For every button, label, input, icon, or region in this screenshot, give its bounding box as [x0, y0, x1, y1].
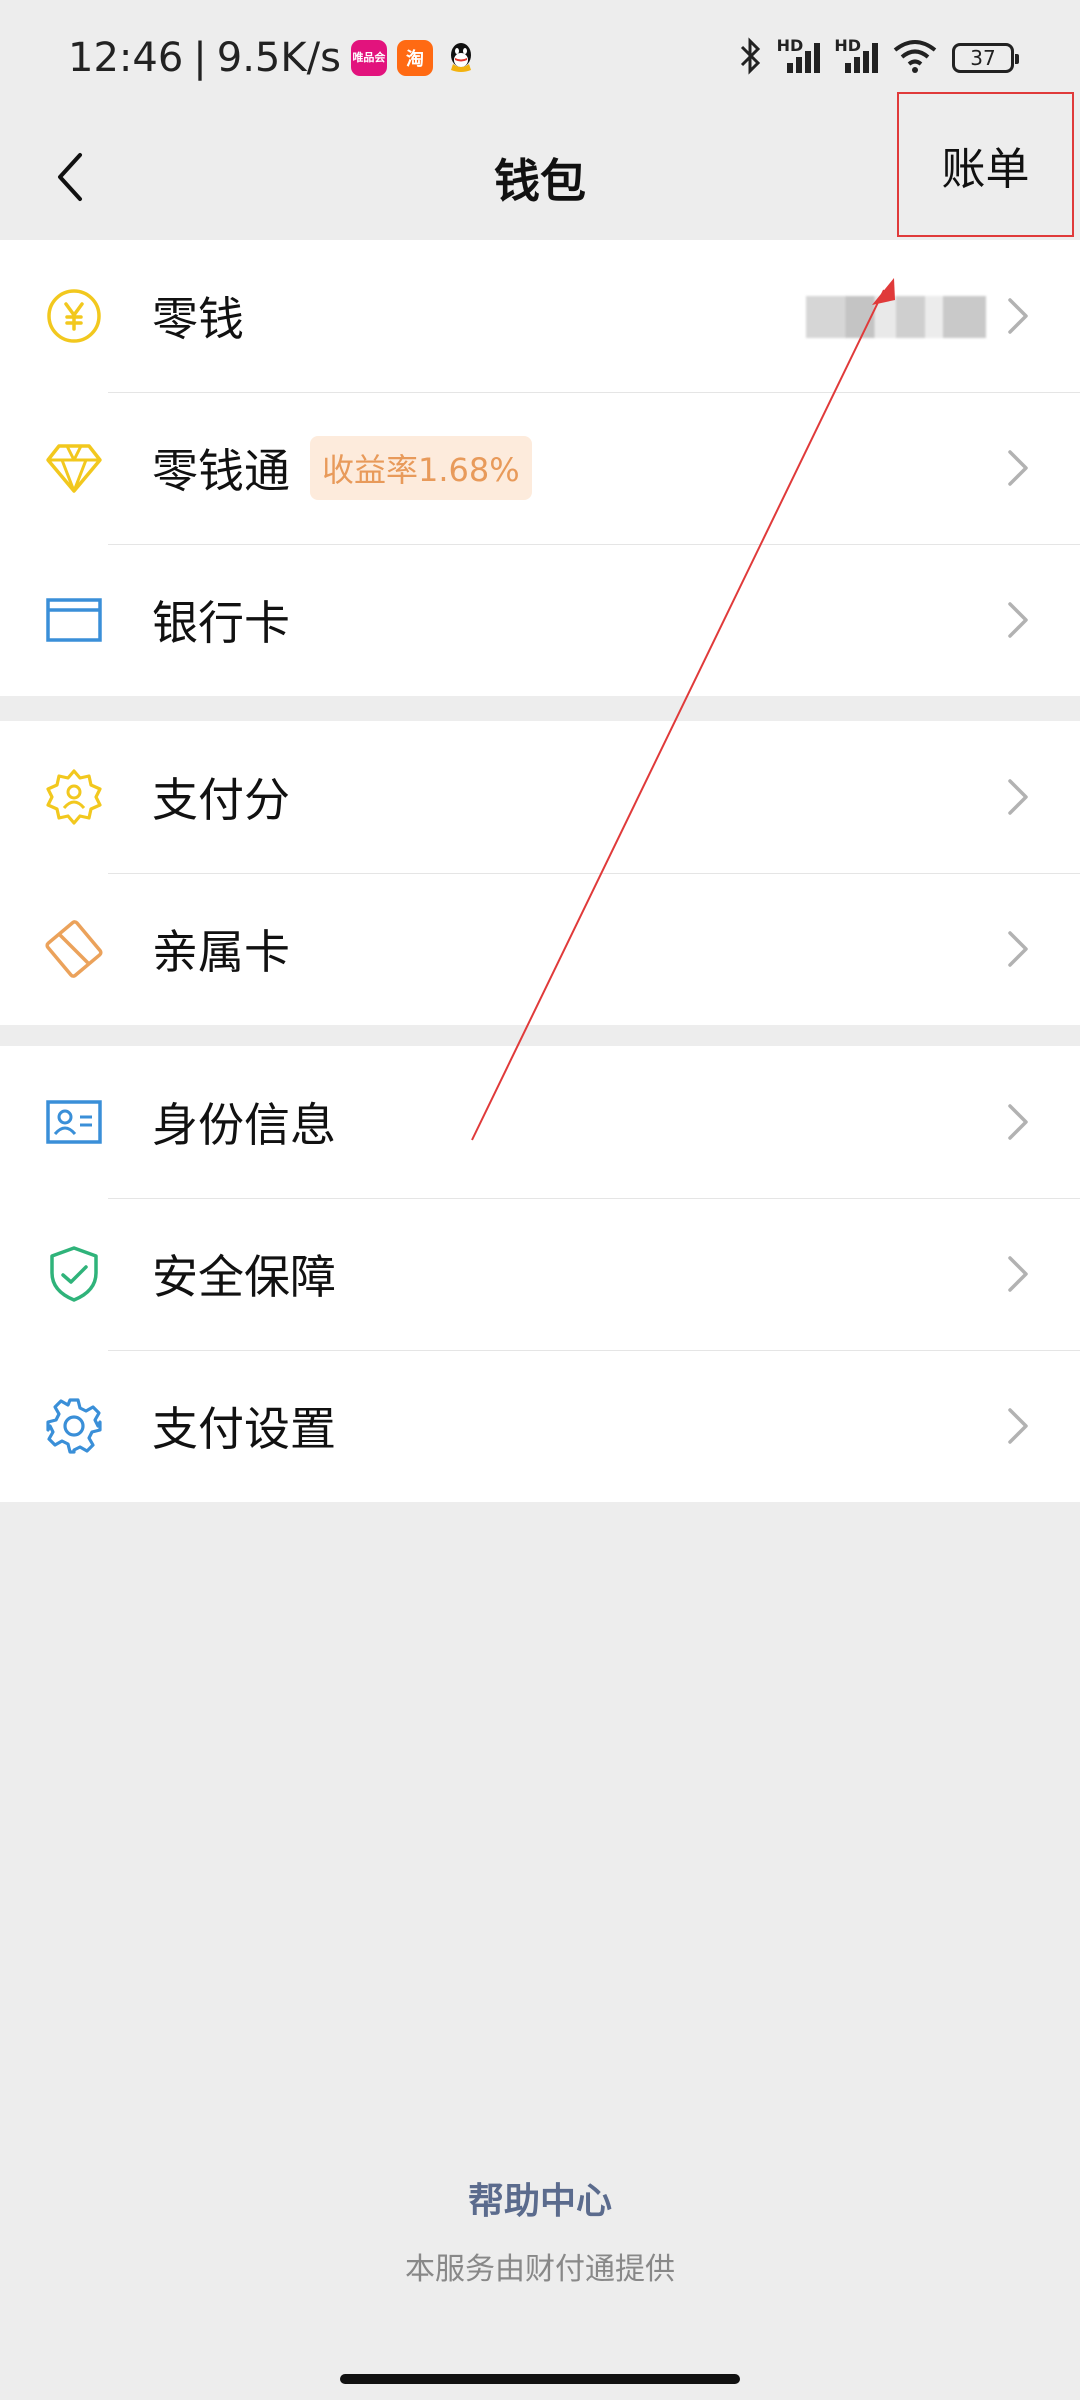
chevron-right-icon — [998, 777, 1038, 817]
row-pay-score[interactable]: 支付分 — [0, 721, 1080, 873]
row-label-pay-score: 支付分 — [152, 773, 290, 827]
row-label-change: 零钱 — [152, 292, 244, 346]
wallet-group-credit: 支付分 亲属卡 — [0, 721, 1080, 1025]
chevron-right-icon — [998, 600, 1038, 640]
status-separator: | — [193, 34, 207, 81]
gear-icon — [44, 1396, 104, 1456]
shield-check-icon — [44, 1244, 104, 1304]
chevron-right-icon — [998, 1102, 1038, 1142]
row-identity[interactable]: 身份信息 — [0, 1046, 1080, 1198]
yield-badge: 收益率1.68% — [310, 436, 532, 500]
row-lqt[interactable]: 零钱通 收益率1.68% — [0, 392, 1080, 544]
row-label-bank-card: 银行卡 — [152, 596, 290, 650]
home-indicator[interactable] — [340, 2374, 740, 2384]
qq-app-icon — [443, 40, 479, 76]
chevron-right-icon — [998, 1406, 1038, 1446]
row-label-identity: 身份信息 — [152, 1098, 336, 1152]
help-center-link[interactable]: 帮助中心 — [0, 2172, 1080, 2224]
yuan-coin-icon — [44, 286, 104, 346]
row-label-family-card: 亲属卡 — [152, 925, 290, 979]
diamond-icon — [44, 438, 104, 498]
id-card-icon — [44, 1092, 104, 1152]
bluetooth-icon — [737, 36, 763, 80]
row-change[interactable]: 零钱 — [0, 240, 1080, 392]
bill-button[interactable]: 账单 — [897, 92, 1074, 237]
wifi-icon — [892, 38, 938, 78]
chevron-right-icon — [998, 296, 1038, 336]
balance-blurred — [806, 296, 986, 338]
vipshop-app-icon: 唯品会 — [350, 39, 387, 76]
wallet-group-balance: 零钱 零钱通 收益率1.68% 银行卡 — [0, 240, 1080, 696]
status-time: 12:46 — [68, 34, 184, 81]
chevron-right-icon — [998, 448, 1038, 488]
nav-header: 钱包 账单 — [0, 92, 1080, 240]
credit-score-icon — [44, 767, 104, 827]
chevron-right-icon — [998, 1254, 1038, 1294]
taobao-app-icon: 淘 — [396, 39, 433, 76]
row-pay-settings[interactable]: 支付设置 — [0, 1350, 1080, 1502]
network-speed: 9.5K/s — [216, 34, 341, 81]
status-right: HD HD 37 — [737, 36, 1019, 80]
wallet-group-settings: 身份信息 安全保障 支付设置 — [0, 1046, 1080, 1502]
row-security[interactable]: 安全保障 — [0, 1198, 1080, 1350]
hd-label-1: HD — [776, 36, 804, 55]
battery-icon: 37 — [952, 42, 1019, 73]
hd-label-2: HD — [834, 36, 861, 55]
row-label-security: 安全保障 — [152, 1250, 336, 1304]
row-label-pay-settings: 支付设置 — [152, 1402, 336, 1456]
row-bank-card[interactable]: 银行卡 — [0, 544, 1080, 696]
chevron-right-icon — [998, 929, 1038, 969]
status-left: 12:46 | 9.5K/s 唯品会 淘 — [68, 35, 479, 81]
row-family-card[interactable]: 亲属卡 — [0, 873, 1080, 1025]
service-provider-text: 本服务由财付通提供 — [405, 2252, 675, 2287]
bank-card-icon — [44, 590, 104, 650]
family-card-icon — [44, 919, 104, 979]
row-label-lqt: 零钱通 — [152, 444, 290, 498]
